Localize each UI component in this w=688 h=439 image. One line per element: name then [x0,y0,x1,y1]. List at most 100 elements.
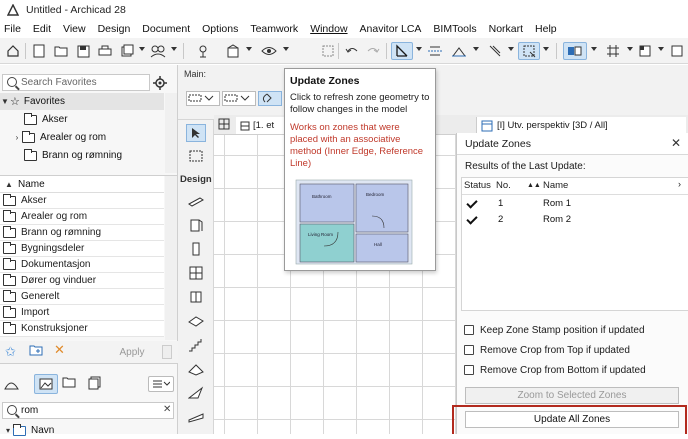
line-tool-icon[interactable] [486,42,504,60]
library-search-input[interactable]: rom ✕ [2,402,174,419]
column-name[interactable]: Name [543,180,568,191]
list-item[interactable]: Import [0,305,164,321]
add-favorite-star-icon[interactable]: ✩ [5,344,16,360]
remove-crop-top-option[interactable]: Remove Crop from Top if updated [464,342,630,358]
list-item[interactable]: Akser [0,193,164,209]
marquee-select-icon[interactable] [518,42,540,60]
remove-crop-bottom-checkbox[interactable] [464,365,474,375]
save-icon[interactable] [74,42,92,60]
column-tool-icon[interactable] [186,240,206,258]
view-map-icon[interactable] [636,42,654,60]
building-icon[interactable] [224,42,242,60]
library-home-icon[interactable] [4,376,20,392]
menu-design[interactable]: Design [98,23,131,35]
new-file-icon[interactable] [30,42,48,60]
keep-zone-stamp-checkbox[interactable] [464,325,474,335]
menu-document[interactable]: Document [142,23,190,35]
favorites-settings-button[interactable] [153,74,173,91]
tab-grid-icon[interactable] [218,118,232,131]
view-dropdown-icon[interactable] [283,47,289,51]
list-item[interactable]: Dokumentasjon [0,257,164,273]
publish-dropdown-icon[interactable] [139,47,145,51]
search-favorites-input[interactable]: Search Favorites [2,74,150,91]
zone-tool-icon[interactable] [319,42,337,60]
roof-tool-icon[interactable] [186,360,206,378]
list-item[interactable]: Arealer og rom [0,209,164,225]
library-folder-icon[interactable] [62,376,78,392]
keep-zone-stamp-option[interactable]: Keep Zone Stamp position if updated [464,322,645,338]
slab-tool-icon[interactable] [186,312,206,330]
wall-tool-icon[interactable] [186,192,206,210]
list-item[interactable]: Dører og vinduer [0,273,164,289]
list-item[interactable]: Generelt [0,289,164,305]
door-tool-icon[interactable] [186,216,206,234]
menu-options[interactable]: Options [202,23,238,35]
snap-points-icon[interactable] [450,42,468,60]
snap-dropdown-icon[interactable] [416,47,422,51]
remove-crop-bottom-option[interactable]: Remove Crop from Bottom if updated [464,362,646,378]
arrow-tool-icon[interactable] [186,124,206,142]
teamwork-icon[interactable] [149,42,167,60]
menu-anavitor[interactable]: Anavitor LCA [360,23,422,35]
delete-icon[interactable]: ✕ [54,342,65,358]
favorite-item[interactable]: Brann og rømning [0,147,164,164]
menu-teamwork[interactable]: Teamwork [250,23,298,35]
menu-help[interactable]: Help [535,23,557,35]
redo-icon[interactable] [364,42,382,60]
layer-dropdown-icon[interactable] [591,47,597,51]
zoom-to-selected-zones-button[interactable]: Zoom to Selected Zones [465,387,679,404]
snap-points-dropdown-icon[interactable] [473,47,479,51]
layer-combination-icon[interactable] [563,42,587,60]
print-icon[interactable] [96,42,114,60]
menu-edit[interactable]: Edit [33,23,51,35]
favorites-root[interactable]: ▼ ☆ Favorites [0,93,164,110]
more-tools-icon[interactable] [668,42,686,60]
menu-view[interactable]: View [63,23,86,35]
marquee-dropdown-icon[interactable] [543,47,549,51]
navigator-icon[interactable] [194,42,212,60]
eye-icon[interactable] [260,42,278,60]
construction-method-button[interactable] [222,91,256,106]
update-all-zones-button[interactable]: Update All Zones [465,411,679,428]
grid-icon[interactable] [604,42,622,60]
table-row[interactable]: 2 Rom 2 [462,212,688,228]
close-icon[interactable]: ✕ [671,136,681,150]
library-images-button[interactable] [34,374,58,394]
table-row[interactable]: 1 Rom 1 [462,196,688,212]
favorites-scrollbar[interactable] [165,93,177,173]
remove-crop-top-checkbox[interactable] [464,345,474,355]
home-icon[interactable] [4,42,22,60]
menu-bimtools[interactable]: BIMTools [433,23,476,35]
favorite-item[interactable]: Akser [0,111,164,128]
open-file-icon[interactable] [52,42,70,60]
line-dropdown-icon[interactable] [508,47,514,51]
library-result-row[interactable]: ▾ Navn [0,422,164,439]
library-stack-icon[interactable] [88,376,104,392]
morph-tool-icon[interactable] [186,408,206,426]
list-item[interactable]: Konstruksjoner [0,321,164,337]
shell-tool-icon[interactable] [186,384,206,402]
publish-icon[interactable] [118,42,136,60]
tab-3d-perspective[interactable]: [I] Utv. perspektiv [3D / All] [476,117,686,134]
library-scrollbar[interactable] [165,176,177,340]
stair-tool-icon[interactable] [186,336,206,354]
building-dropdown-icon[interactable] [246,47,252,51]
column-no[interactable]: No. [496,180,511,191]
guide-lines-icon[interactable] [426,42,444,60]
menu-window[interactable]: Window [310,23,347,35]
window-tool-icon[interactable] [186,264,206,282]
chevron-right-icon[interactable]: › [678,179,681,189]
geometry-method-button[interactable] [186,91,220,106]
marquee-tool-icon[interactable] [186,147,206,165]
column-status[interactable]: Status [464,180,491,191]
clear-search-icon[interactable]: ✕ [163,404,171,415]
rotation-button[interactable] [258,91,282,106]
list-item[interactable]: Bygningsdeler [0,241,164,257]
view-map-dropdown-icon[interactable] [658,47,664,51]
favorite-item[interactable]: › Arealer og rom [0,129,164,146]
apply-button[interactable]: Apply [104,345,160,359]
grid-dropdown-icon[interactable] [627,47,633,51]
view-options-button[interactable] [148,376,174,392]
curtain-wall-tool-icon[interactable] [186,288,206,306]
undo-icon[interactable] [343,42,361,60]
